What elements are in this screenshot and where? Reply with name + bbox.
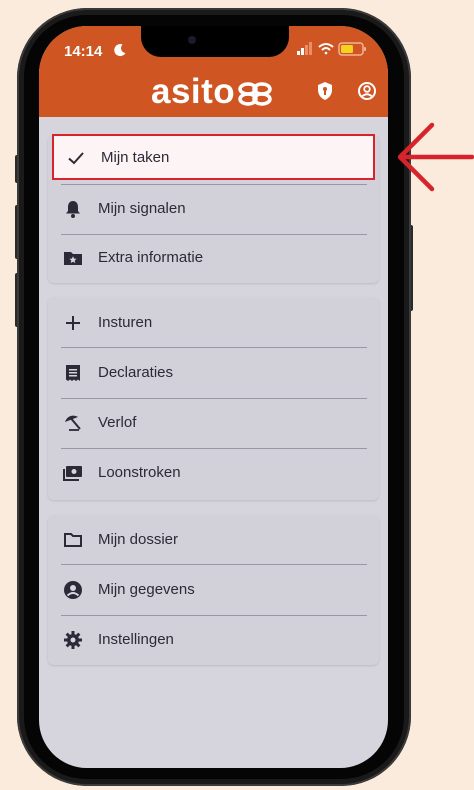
page: 14:14 asito Mijn signalen Extra informat…	[0, 0, 474, 790]
bell-icon	[66, 201, 80, 218]
menu-item-label: Instellingen	[98, 631, 174, 648]
status-icons	[297, 42, 366, 56]
menu-item-label: Mijn dossier	[98, 531, 179, 548]
gear-icon	[64, 631, 82, 649]
receipt-icon	[66, 365, 80, 381]
battery-icon	[338, 42, 366, 56]
app-header: 14:14 asito	[39, 26, 388, 117]
menu-item-verlof[interactable]: Verlof	[48, 399, 379, 448]
menu-item-label: Declaraties	[98, 364, 174, 381]
annotation-arrow-icon	[397, 122, 474, 192]
menu-item-label: Mijn taken	[101, 149, 170, 166]
check-icon	[68, 152, 84, 165]
menu-divider	[61, 564, 367, 565]
account-circle-icon	[64, 581, 82, 599]
plus-icon	[66, 316, 80, 330]
menu-item-label: Mijn gegevens	[98, 581, 195, 598]
account-icon[interactable]	[357, 81, 377, 101]
beach-umbrella-icon	[65, 415, 81, 431]
phone-notch	[141, 26, 289, 57]
menu-item-label: Loonstroken	[98, 464, 181, 481]
money-icon	[63, 466, 82, 481]
folder-star-icon	[64, 252, 82, 265]
menu-item-mijn-dossier[interactable]: Mijn dossier	[48, 516, 379, 565]
menu-item-declaraties[interactable]: Declaraties	[48, 349, 379, 398]
wifi-icon	[318, 43, 334, 55]
front-camera	[188, 36, 196, 44]
menu-item-label: Verlof	[98, 414, 137, 431]
menu-item-loonstroken[interactable]: Loonstroken	[48, 449, 379, 498]
menu-item-extra-informatie[interactable]: Extra informatie	[48, 234, 379, 283]
asito-logo-text: asito	[151, 72, 236, 111]
signal-icon	[297, 42, 312, 55]
menu-item-insturen[interactable]: Insturen	[48, 299, 379, 348]
status-time: 14:14	[64, 43, 103, 60]
shield-icon[interactable]	[315, 81, 335, 101]
asito-logo-icon	[238, 82, 272, 106]
moon-icon	[114, 44, 126, 57]
menu-item-label: Insturen	[98, 314, 153, 331]
menu-card-2: Insturen Declaraties Verlof Loonstroken	[48, 297, 379, 500]
menu-item-label: Mijn signalen	[98, 200, 186, 217]
menu-card-3: Mijn dossier Mijn gegevens Instellingen	[48, 515, 379, 665]
menu-item-mijn-signalen[interactable]: Mijn signalen	[48, 185, 379, 234]
menu-item-instellingen[interactable]: Instellingen	[48, 616, 379, 665]
folder-icon	[64, 533, 82, 547]
menu-item-label: Extra informatie	[98, 249, 204, 266]
menu-divider	[61, 347, 367, 348]
menu-item-mijn-taken-highlighted[interactable]: Mijn taken	[52, 134, 375, 180]
menu-item-mijn-gegevens[interactable]: Mijn gegevens	[48, 566, 379, 615]
